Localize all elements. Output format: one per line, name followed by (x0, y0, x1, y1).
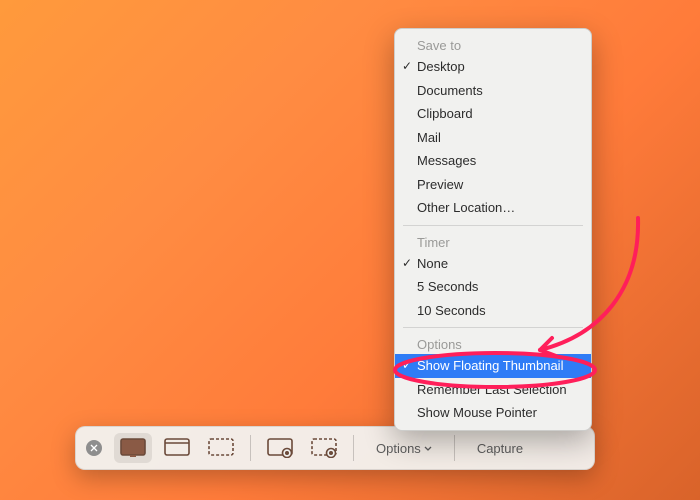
close-button[interactable] (86, 440, 102, 456)
annotation-overlay (0, 0, 700, 500)
menu-item-messages[interactable]: Messages (395, 149, 591, 173)
screen-icon (120, 438, 146, 458)
selection-icon (208, 438, 234, 458)
capture-selection-button[interactable] (202, 433, 240, 463)
check-icon: ✓ (402, 57, 412, 75)
menu-header-save-to: Save to (395, 34, 591, 55)
capture-entire-screen-button[interactable] (114, 433, 152, 463)
options-label: Options (376, 441, 421, 456)
menu-header-options: Options (395, 333, 591, 354)
menu-header-timer: Timer (395, 231, 591, 252)
menu-item-other-location[interactable]: Other Location… (395, 196, 591, 220)
menu-item-timer-5s[interactable]: 5 Seconds (395, 275, 591, 299)
record-selection-icon (311, 438, 337, 458)
capture-label: Capture (477, 441, 523, 456)
window-icon (164, 438, 190, 458)
capture-button[interactable]: Capture (465, 433, 535, 463)
check-icon: ✓ (402, 254, 412, 272)
chevron-down-icon (424, 446, 432, 451)
menu-separator (403, 327, 583, 328)
capture-window-button[interactable] (158, 433, 196, 463)
menu-item-mail[interactable]: Mail (395, 126, 591, 150)
record-entire-screen-button[interactable] (261, 433, 299, 463)
menu-item-preview[interactable]: Preview (395, 173, 591, 197)
toolbar-divider (454, 435, 455, 461)
menu-item-show-floating-thumbnail[interactable]: ✓Show Floating Thumbnail (395, 354, 591, 378)
menu-item-timer-none[interactable]: ✓None (395, 252, 591, 276)
options-menu: Save to ✓Desktop Documents Clipboard Mai… (394, 28, 592, 431)
menu-item-remember-last-selection[interactable]: Remember Last Selection (395, 378, 591, 402)
check-icon: ✓ (402, 356, 412, 374)
menu-item-show-mouse-pointer[interactable]: Show Mouse Pointer (395, 401, 591, 425)
menu-item-clipboard[interactable]: Clipboard (395, 102, 591, 126)
menu-item-desktop[interactable]: ✓Desktop (395, 55, 591, 79)
record-screen-icon (267, 438, 293, 458)
toolbar-divider (250, 435, 251, 461)
record-selection-button[interactable] (305, 433, 343, 463)
menu-separator (403, 225, 583, 226)
close-icon (90, 444, 98, 452)
menu-item-documents[interactable]: Documents (395, 79, 591, 103)
screenshot-toolbar: Options Capture (75, 426, 595, 470)
toolbar-divider (353, 435, 354, 461)
menu-item-timer-10s[interactable]: 10 Seconds (395, 299, 591, 323)
options-button[interactable]: Options (364, 433, 444, 463)
